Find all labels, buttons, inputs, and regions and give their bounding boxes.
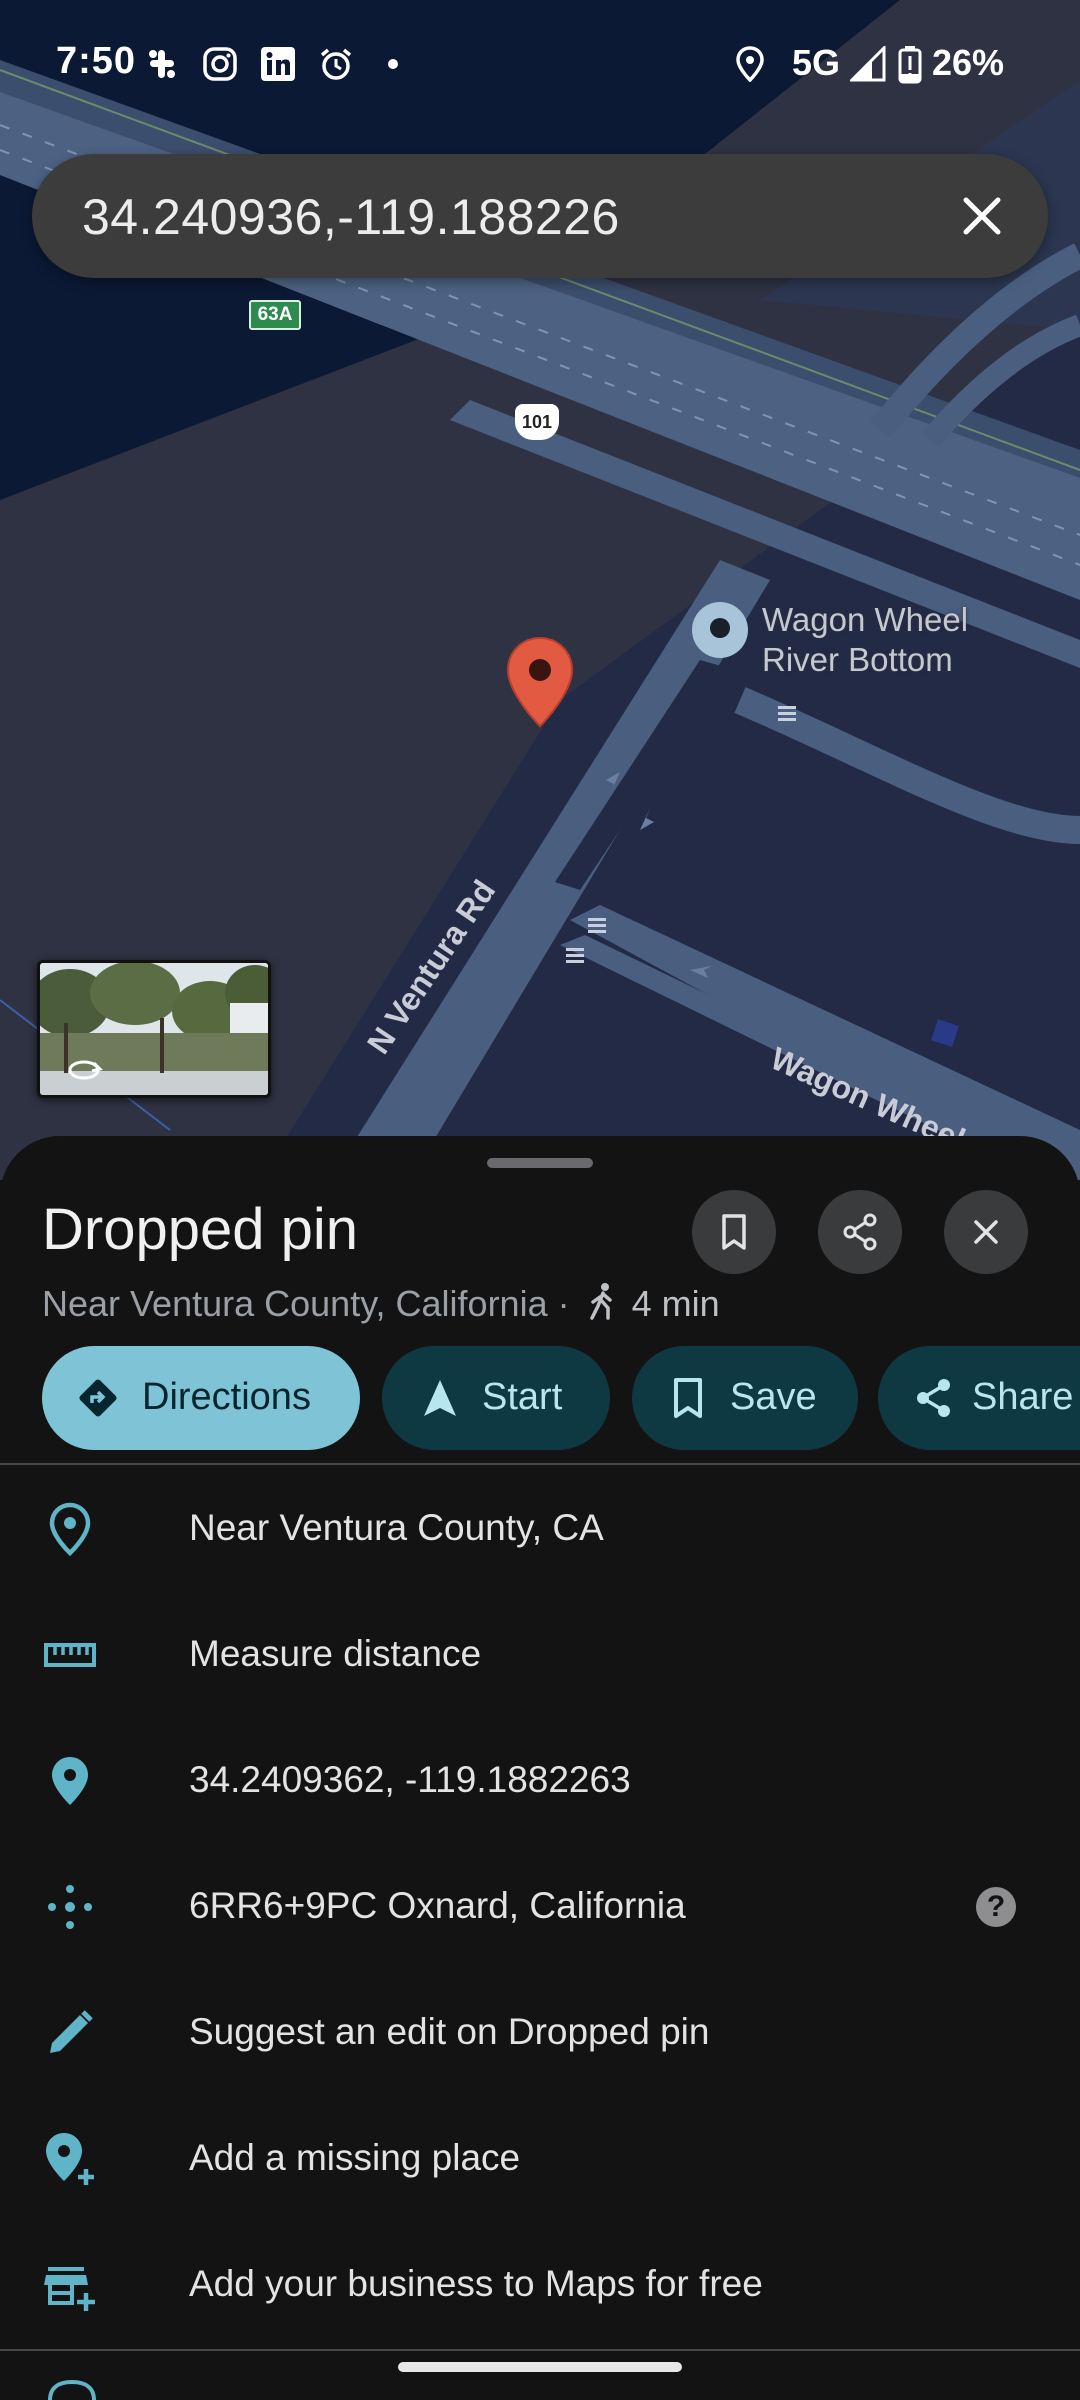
highway-shield: 101	[515, 404, 559, 440]
location-outline-icon	[49, 1502, 91, 1557]
pencil-icon	[50, 2010, 93, 2053]
place-sheet[interactable]: Dropped pin Near Ventura County, Califor…	[0, 1136, 1080, 2400]
list-item-address[interactable]: Near Ventura County, CA	[0, 1464, 1080, 1590]
suggest-edit-text: Suggest an edit on Dropped pin	[189, 2011, 710, 2052]
add-location-icon	[46, 2133, 94, 2185]
walking-icon	[589, 1283, 612, 1320]
share-label: Share	[972, 1376, 1074, 1418]
measure-text: Measure distance	[189, 1633, 482, 1674]
subtitle-place: Near Ventura County, California	[42, 1283, 548, 1324]
poi-pin-icon	[692, 602, 748, 658]
linkedin-icon	[261, 47, 295, 81]
share-icon	[917, 1379, 950, 1417]
list-item-add-business[interactable]: Add your business to Maps for free	[0, 2220, 1080, 2346]
start-button[interactable]: Start	[382, 1346, 610, 1450]
add-business-text: Add your business to Maps for free	[189, 2263, 763, 2304]
list-item-suggest-edit[interactable]: Suggest an edit on Dropped pin	[0, 1968, 1080, 2094]
list-item-measure[interactable]: Measure distance	[0, 1590, 1080, 1716]
ruler-icon	[44, 1643, 96, 1667]
search-bar[interactable]: 34.240936,-119.188226	[32, 154, 1048, 278]
directions-label: Directions	[142, 1376, 311, 1418]
location-icon	[736, 46, 764, 82]
share-button[interactable]: Share	[878, 1346, 1080, 1450]
help-icon[interactable]: ?	[976, 1887, 1016, 1927]
network-type: 5G	[792, 42, 841, 83]
save-icon-button[interactable]	[692, 1190, 776, 1274]
place-title: Dropped pin	[42, 1197, 358, 1262]
dot-icon	[388, 59, 398, 69]
walk-time: 4 min	[631, 1283, 720, 1324]
bookmark-icon	[722, 1214, 746, 1250]
save-button[interactable]: Save	[632, 1346, 858, 1450]
navigation-arrow-icon	[424, 1380, 456, 1416]
search-query[interactable]: 34.240936,-119.188226	[82, 188, 620, 246]
dropped-pin[interactable]	[506, 636, 574, 728]
poi-label[interactable]: Wagon Wheel River Bottom	[762, 600, 992, 680]
close-sheet-button[interactable]	[944, 1190, 1028, 1274]
sheet-drag-handle[interactable]	[487, 1158, 593, 1168]
divider	[0, 2349, 1080, 2351]
street-view-image	[40, 963, 268, 1095]
gesture-nav-bar[interactable]	[398, 2362, 682, 2372]
poi-marker[interactable]	[690, 602, 750, 662]
add-business-icon	[44, 2267, 95, 2311]
add-place-text: Add a missing place	[189, 2137, 521, 2178]
list-item-plus-code[interactable]: 6RR6+9PC Oxnard, California ?	[0, 1842, 1080, 1968]
battery-percent: 26%	[932, 42, 1005, 83]
battery-icon	[898, 46, 922, 84]
close-icon	[974, 1220, 998, 1244]
instagram-icon	[203, 47, 237, 81]
exit-shield: 63A	[249, 300, 301, 330]
street-view-thumbnail[interactable]	[37, 960, 271, 1098]
location-pin-icon	[52, 1757, 88, 1805]
alarm-icon	[320, 48, 352, 80]
list-item-coordinates[interactable]: 34.2409362, -119.1882263	[0, 1716, 1080, 1842]
status-bar: 7:50 5G 26%	[0, 0, 1080, 132]
subtitle-separator: ·	[557, 1283, 570, 1324]
red-pin-icon	[506, 636, 574, 728]
coordinates-text: 34.2409362, -119.1882263	[189, 1759, 631, 1800]
directions-icon	[79, 1379, 117, 1417]
share-icon-button[interactable]	[818, 1190, 902, 1274]
start-label: Start	[482, 1376, 563, 1418]
save-label: Save	[730, 1376, 817, 1418]
status-time: 7:50	[56, 40, 137, 82]
bookmark-icon	[674, 1378, 702, 1418]
directions-button[interactable]: Directions	[42, 1346, 360, 1450]
place-subtitle: Near Ventura County, California · 4 min	[42, 1282, 720, 1325]
share-icon	[843, 1213, 877, 1251]
address-text: Near Ventura County, CA	[189, 1507, 604, 1548]
close-icon[interactable]	[956, 190, 1008, 242]
next-row-icon	[48, 2379, 96, 2400]
plus-code-text: 6RR6+9PC Oxnard, California	[189, 1885, 686, 1926]
slack-icon	[149, 50, 175, 78]
plus-code-icon	[48, 1885, 92, 1929]
list-item-add-place[interactable]: Add a missing place	[0, 2094, 1080, 2220]
signal-icon	[850, 46, 886, 82]
